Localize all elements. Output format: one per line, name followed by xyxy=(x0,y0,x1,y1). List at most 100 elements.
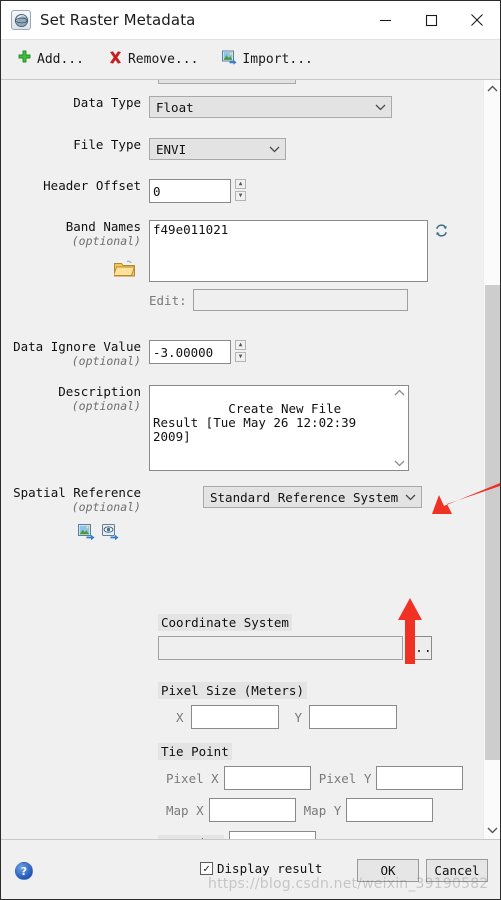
pixel-size-x-label: X xyxy=(176,709,184,725)
window-title: Set Raster Metadata xyxy=(40,11,196,29)
data-ignore-value-stepper[interactable]: ▲ ▼ xyxy=(235,340,246,362)
open-folder-icon[interactable] xyxy=(1,260,141,280)
stepper-up-icon[interactable]: ▲ xyxy=(235,340,246,350)
tie-point-map-x-label: Map X xyxy=(166,802,204,818)
toolbar: Add... Remove... Import... xyxy=(1,40,500,80)
scroll-up-arrow-icon[interactable] xyxy=(484,80,500,97)
maximize-button[interactable] xyxy=(408,1,454,39)
form-vertical-scrollbar[interactable] xyxy=(483,80,500,839)
description-optional: (optional) xyxy=(71,399,141,413)
spatial-reference-label: Spatial Reference (optional) xyxy=(1,486,149,544)
field-spatial-reference: Spatial Reference (optional) Standard Re… xyxy=(1,486,422,544)
clipped-field-above[interactable] xyxy=(158,80,296,84)
header-offset-stepper[interactable]: ▲ ▼ xyxy=(235,179,246,201)
field-data-ignore-value: Data Ignore Value (optional) -3.00000 ▲ … xyxy=(1,340,246,368)
band-names-edit-label: Edit: xyxy=(149,292,187,308)
tie-point-pixel-y-label: Pixel Y xyxy=(318,770,372,786)
stepper-down-icon[interactable]: ▼ xyxy=(235,191,246,201)
spatial-reference-controls: Standard Reference System xyxy=(203,486,422,508)
pixel-size-y-input[interactable] xyxy=(309,705,398,729)
toolbar-remove-button[interactable]: Remove... xyxy=(108,50,198,69)
stepper-up-icon[interactable]: ▲ xyxy=(235,179,246,189)
chevron-down-icon xyxy=(267,146,281,153)
field-header-offset: Header Offset 0 ▲ ▼ xyxy=(1,179,246,203)
chevron-up-icon xyxy=(394,389,405,396)
file-type-dropdown[interactable]: ENVI xyxy=(149,138,286,160)
display-result-checkbox-wrap[interactable]: ✓ Display result xyxy=(200,861,322,876)
group-tie-point: Tie Point Pixel X Pixel Y Map X Map Y Ro… xyxy=(158,741,464,839)
close-button[interactable] xyxy=(454,1,500,39)
tie-point-map-y-label: Map Y xyxy=(303,802,342,818)
data-ignore-value-input[interactable]: -3.00000 xyxy=(149,340,231,364)
pixel-size-x-input[interactable] xyxy=(190,705,279,729)
field-band-names: Band Names (optional) f49e011021 Edit: xyxy=(1,220,449,311)
data-ignore-value-optional: (optional) xyxy=(71,354,141,368)
description-value: Create New File Result [Tue May 26 12:02… xyxy=(153,401,364,444)
scroll-down-arrow-icon[interactable] xyxy=(484,822,500,839)
data-type-label: Data Type xyxy=(73,95,141,110)
description-label: Description (optional) xyxy=(1,385,149,414)
coordinate-system-browse-button[interactable]: ... xyxy=(406,636,432,660)
band-names-textarea-wrap: f49e011021 Edit: xyxy=(149,220,428,311)
tie-point-pixel-y-input[interactable] xyxy=(376,766,464,790)
data-type-value: Float xyxy=(156,99,194,115)
field-data-type: Data Type Float xyxy=(1,96,392,118)
data-type-dropdown[interactable]: Float xyxy=(149,96,392,118)
plus-icon xyxy=(17,50,32,69)
coordinate-system-label: Coordinate System xyxy=(158,614,292,631)
display-result-label: Display result xyxy=(217,861,323,876)
refresh-icon[interactable] xyxy=(434,223,449,242)
description-textarea[interactable]: Create New File Result [Tue May 26 12:02… xyxy=(149,385,409,471)
tie-point-label: Tie Point xyxy=(158,743,232,760)
toolbar-add-button[interactable]: Add... xyxy=(17,50,84,69)
pixel-size-label: Pixel Size (Meters) xyxy=(158,682,307,699)
band-names-label: Band Names (optional) xyxy=(1,220,149,280)
description-scrollbar[interactable] xyxy=(392,387,407,469)
tie-point-map-x-input[interactable] xyxy=(208,798,296,822)
tie-point-pixel-x-label: Pixel X xyxy=(166,770,219,786)
metadata-form: Data Type Float File Type ENVI Header Of… xyxy=(1,80,483,839)
window-controls xyxy=(362,1,500,39)
band-names-textarea[interactable]: f49e011021 xyxy=(149,220,428,282)
band-names-optional: (optional) xyxy=(71,234,141,248)
data-ignore-value-label: Data Ignore Value (optional) xyxy=(1,340,149,369)
field-file-type: File Type ENVI xyxy=(1,138,286,160)
file-type-value: ENVI xyxy=(156,141,187,157)
chevron-down-icon xyxy=(373,104,387,111)
header-offset-label: Header Offset xyxy=(43,178,141,193)
form-scroll-area: Data Type Float File Type ENVI Header Of… xyxy=(1,80,500,839)
spatial-reference-optional: (optional) xyxy=(71,500,141,514)
group-pixel-size: Pixel Size (Meters) X Y xyxy=(158,680,398,729)
header-offset-input[interactable]: 0 xyxy=(149,179,231,203)
title-bar: Set Raster Metadata xyxy=(1,1,500,40)
watermark-text: https://blog.csdn.net/weixin_39190582 xyxy=(208,876,489,892)
spatial-reference-dropdown[interactable]: Standard Reference System xyxy=(203,486,422,508)
rotation-input[interactable] xyxy=(229,831,317,839)
group-coordinate-system: Coordinate System ... xyxy=(158,612,432,660)
toolbar-import-label: Import... xyxy=(242,52,313,67)
toolbar-import-button[interactable]: Import... xyxy=(222,50,313,69)
help-icon[interactable]: ? xyxy=(15,862,33,880)
envi-globe-icon xyxy=(11,10,31,30)
image-export-icon[interactable] xyxy=(78,524,95,544)
pixel-size-y-label: Y xyxy=(294,709,303,725)
field-description: Description (optional) Create New File R… xyxy=(1,385,409,471)
scrollbar-thumb[interactable] xyxy=(485,285,500,760)
tie-point-pixel-x-input[interactable] xyxy=(223,766,311,790)
band-names-edit-input[interactable] xyxy=(192,289,408,311)
spatial-reference-value: Standard Reference System xyxy=(210,489,399,505)
toolbar-add-label: Add... xyxy=(37,52,84,67)
minimize-button[interactable] xyxy=(362,1,408,39)
import-image-icon xyxy=(222,50,237,69)
chevron-down-icon xyxy=(403,494,417,501)
stepper-down-icon[interactable]: ▼ xyxy=(235,352,246,362)
file-type-label: File Type xyxy=(73,137,141,152)
x-icon xyxy=(108,50,123,69)
view-export-icon[interactable] xyxy=(102,524,119,544)
tie-point-map-y-input[interactable] xyxy=(346,798,434,822)
display-result-checkbox[interactable]: ✓ xyxy=(200,862,213,875)
chevron-down-icon xyxy=(394,460,405,467)
toolbar-remove-label: Remove... xyxy=(127,52,199,67)
coordinate-system-input[interactable] xyxy=(158,636,403,660)
set-raster-metadata-dialog: Set Raster Metadata Add... Remove... Imp… xyxy=(0,0,501,900)
